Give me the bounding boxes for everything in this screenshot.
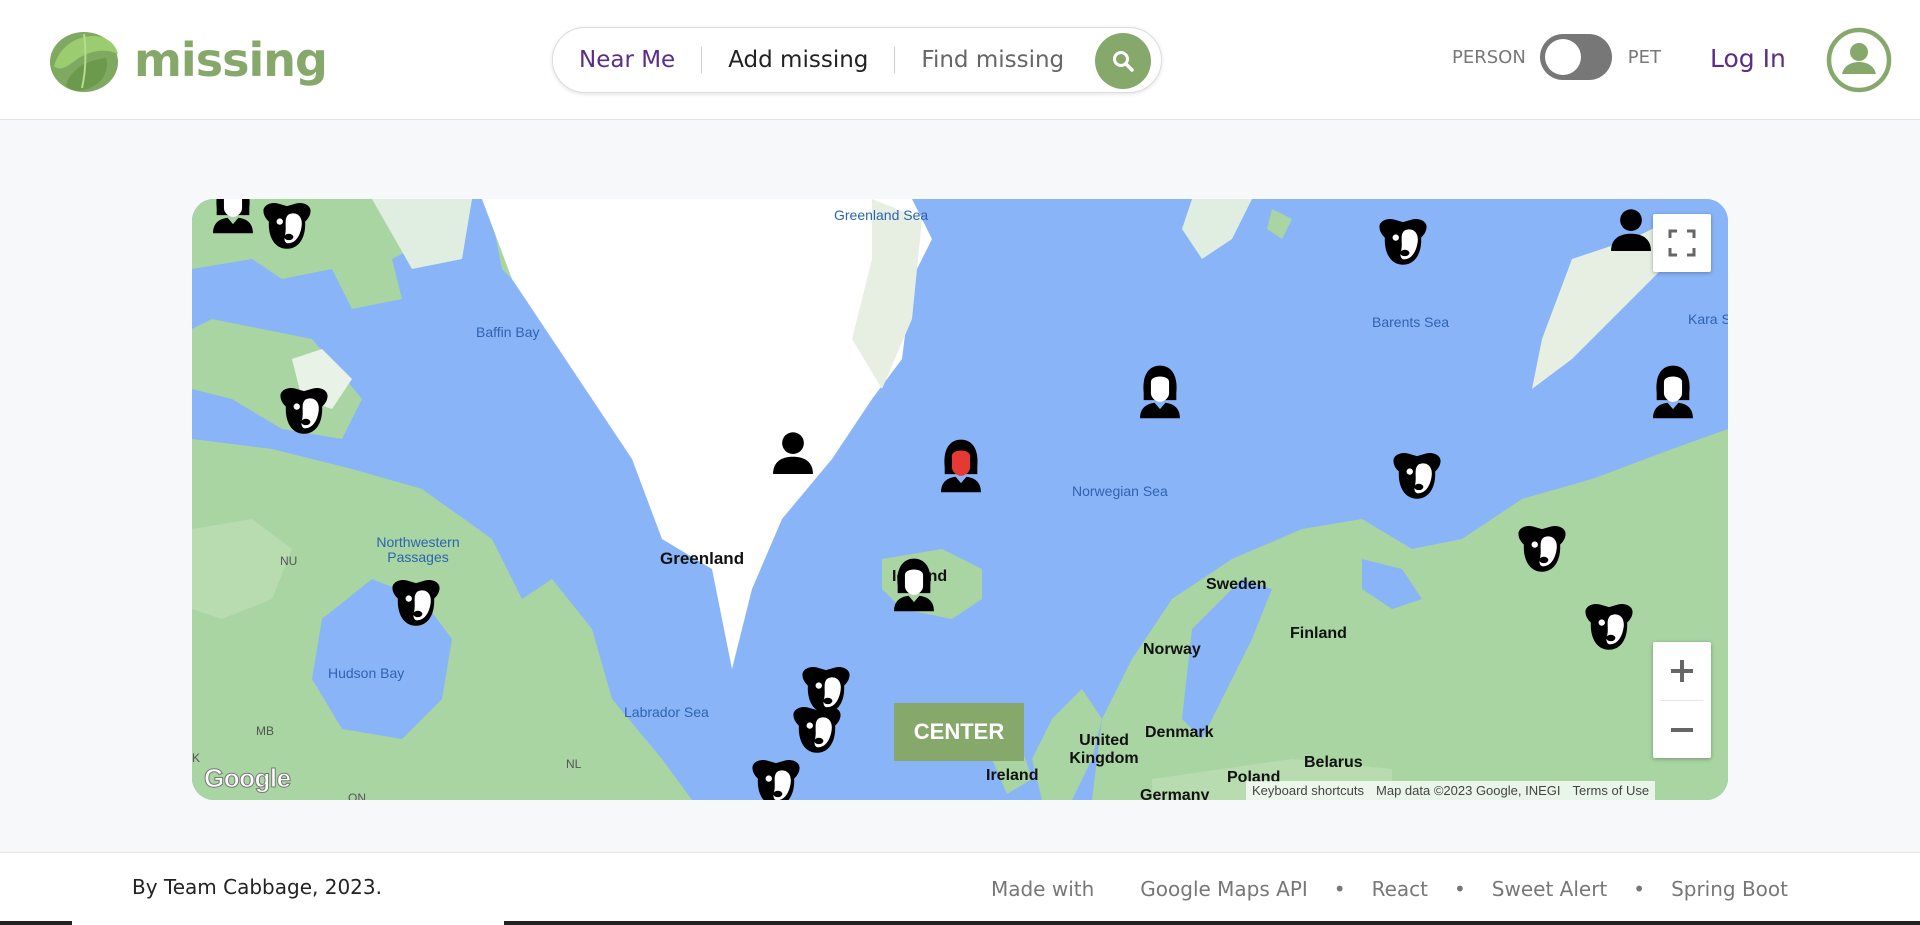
zoom-control bbox=[1653, 642, 1711, 758]
tech-spring-boot: Spring Boot bbox=[1671, 877, 1788, 901]
page-footer: By Team Cabbage, 2023. Made with Google … bbox=[0, 852, 1920, 925]
map-view[interactable]: Greenland Sea Baffin Bay Barents Sea Kar… bbox=[192, 199, 1728, 800]
app-name: missing bbox=[134, 33, 328, 87]
missing-pet-marker[interactable] bbox=[1388, 448, 1446, 506]
map-label-greenland-sea: Greenland Sea bbox=[834, 207, 929, 223]
tech-sweet-alert: Sweet Alert bbox=[1491, 877, 1608, 901]
toggle-label-pet: PET bbox=[1627, 46, 1662, 68]
person-pet-switch[interactable] bbox=[1539, 34, 1612, 80]
made-with-list: Made with Google Maps API • React • Swee… bbox=[991, 877, 1788, 901]
nav-near-me[interactable]: Near Me bbox=[553, 47, 701, 73]
map-label-mb: MB bbox=[256, 724, 274, 738]
separator-dot: • bbox=[1454, 877, 1466, 901]
map-label-on: ON bbox=[348, 791, 366, 800]
missing-pet-marker[interactable] bbox=[275, 383, 333, 441]
map-label-nl: NL bbox=[566, 757, 582, 771]
fullscreen-icon bbox=[1668, 229, 1696, 257]
map-label-germany: Germany bbox=[1140, 787, 1210, 800]
tech-react: React bbox=[1371, 877, 1428, 901]
map-label-denmark: Denmark bbox=[1145, 724, 1214, 741]
minus-icon bbox=[1671, 728, 1693, 732]
missing-person-marker-selected[interactable] bbox=[932, 436, 990, 494]
cabbage-logo-icon bbox=[50, 32, 118, 92]
plus-icon bbox=[1671, 660, 1693, 682]
map-label-barents-sea: Barents Sea bbox=[1372, 314, 1450, 330]
map-label-belarus: Belarus bbox=[1304, 754, 1363, 771]
map-label-k: K bbox=[192, 751, 201, 765]
switch-knob bbox=[1544, 39, 1581, 75]
missing-person-marker[interactable] bbox=[764, 425, 822, 483]
separator-dot: • bbox=[1633, 877, 1646, 901]
search-button[interactable] bbox=[1095, 33, 1151, 89]
google-logo: Google bbox=[204, 763, 292, 794]
map-label-norway: Norway bbox=[1143, 641, 1201, 658]
search-icon bbox=[1113, 51, 1134, 72]
map-label-kara-sea: Kara S bbox=[1688, 311, 1728, 327]
missing-person-marker[interactable] bbox=[885, 555, 943, 613]
map-data-attribution: Map data ©2023 Google, INEGI bbox=[1376, 783, 1561, 798]
zoom-in-button[interactable] bbox=[1653, 642, 1711, 700]
tech-google-maps-api: Google Maps API bbox=[1140, 877, 1308, 901]
missing-pet-marker[interactable] bbox=[788, 702, 846, 760]
fullscreen-button[interactable] bbox=[1653, 214, 1711, 272]
keyboard-shortcuts-link[interactable]: Keyboard shortcuts bbox=[1246, 783, 1370, 798]
missing-pet-marker[interactable] bbox=[1513, 521, 1571, 579]
person-pet-toggle: PERSON PET bbox=[1452, 34, 1661, 80]
window-bottom-bar bbox=[0, 921, 1920, 925]
bottom-bar-gap bbox=[72, 921, 504, 925]
user-circle-icon[interactable] bbox=[1826, 27, 1892, 93]
missing-person-marker[interactable] bbox=[1644, 362, 1702, 420]
map-label-northwestern-passages: Northwestern Passages bbox=[376, 534, 460, 565]
map-label-united-kingdom: United Kingdom bbox=[1069, 732, 1139, 767]
search-input[interactable]: Find missing bbox=[895, 47, 1090, 73]
missing-person-marker[interactable] bbox=[1602, 202, 1660, 260]
made-with-label: Made with bbox=[990, 877, 1095, 901]
map-label-ireland: Ireland bbox=[986, 767, 1039, 784]
footer-credit: By Team Cabbage, 2023. bbox=[132, 875, 382, 899]
nav-add-missing[interactable]: Add missing bbox=[702, 47, 894, 73]
missing-pet-marker[interactable] bbox=[387, 575, 445, 633]
map-label-hudson-bay: Hudson Bay bbox=[328, 665, 405, 681]
map-attribution: Keyboard shortcuts Map data ©2023 Google… bbox=[1246, 781, 1656, 800]
missing-pet-marker[interactable] bbox=[747, 755, 805, 800]
map-label-norwegian-sea: Norwegian Sea bbox=[1072, 483, 1168, 499]
map-label-greenland: Greenland bbox=[660, 549, 745, 568]
map-label-baffin-bay: Baffin Bay bbox=[476, 324, 540, 340]
main-nav: Near Me Add missing Find missing bbox=[552, 27, 1162, 93]
missing-pet-marker[interactable] bbox=[258, 199, 316, 256]
toggle-label-person: PERSON bbox=[1452, 46, 1526, 68]
terms-of-use-link[interactable]: Terms of Use bbox=[1566, 783, 1655, 798]
login-link[interactable]: Log In bbox=[1710, 44, 1786, 73]
top-header: missing Near Me Add missing Find missing… bbox=[0, 0, 1920, 120]
map-label-finland: Finland bbox=[1290, 625, 1347, 642]
missing-person-marker[interactable] bbox=[1131, 362, 1189, 420]
zoom-out-button[interactable] bbox=[1653, 701, 1711, 759]
missing-pet-marker[interactable] bbox=[1580, 599, 1638, 657]
separator-dot: • bbox=[1333, 877, 1346, 901]
map-label-nu: NU bbox=[280, 554, 298, 568]
map-label-sweden: Sweden bbox=[1206, 576, 1267, 593]
missing-pet-marker[interactable] bbox=[1374, 214, 1432, 272]
map-label-labrador-sea: Labrador Sea bbox=[624, 704, 709, 720]
missing-person-marker[interactable] bbox=[204, 199, 262, 235]
center-map-button[interactable]: CENTER bbox=[894, 703, 1024, 761]
app-logo[interactable]: missing bbox=[46, 26, 328, 94]
